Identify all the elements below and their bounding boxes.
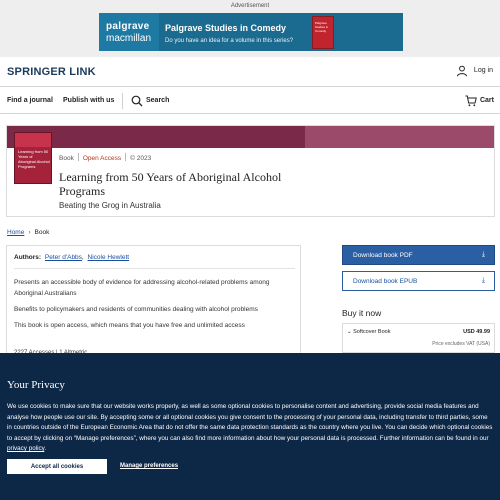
search-icon[interactable] [131, 95, 143, 107]
download-icon: ⤓ [481, 251, 485, 258]
privacy-policy-link[interactable]: privacy policy [7, 445, 44, 452]
book-hero: Learning from 50 Years of Aboriginal Alc… [6, 125, 495, 217]
vat-note: Price excludes VAT (USA) [432, 341, 490, 347]
download-pdf-button[interactable]: Download book PDF ⤓ [342, 245, 495, 265]
download-epub-label: Download book EPUB [353, 278, 418, 285]
privacy-body-end: . [44, 445, 47, 453]
meta-divider [125, 153, 127, 161]
softcover-label: Softcover Book [353, 329, 391, 335]
privacy-text: We use cookies to make sure that our web… [7, 402, 494, 455]
ad-title: Palgrave Studies in Comedy [165, 23, 287, 33]
nav-search[interactable]: Search [146, 97, 169, 104]
springer-link-logo[interactable]: SPRINGER LINK [7, 66, 96, 78]
book-info-card: Authors: Peter d'Abbs, Nicole Hewlett Pr… [6, 245, 301, 360]
softcover-row[interactable]: ⌄ Softcover Book [347, 329, 390, 335]
book-title: Learning from 50 Years of Aboriginal Alc… [59, 170, 282, 198]
highlight-item: Presents an accessible body of evidence … [14, 279, 270, 297]
nav-publish[interactable]: Publish with us [63, 97, 114, 104]
authors-label: Authors: [14, 254, 42, 261]
nav-find-journal[interactable]: Find a journal [7, 97, 53, 104]
ad-brand-line2: macmillan [106, 33, 152, 44]
chevron-right-icon: › [28, 229, 31, 236]
manage-preferences-button[interactable]: Manage preferences [120, 463, 178, 469]
book-cover: Learning from 50 Years of Aboriginal Alc… [14, 132, 52, 184]
cookie-banner: Your Privacy We use cookies to make sure… [0, 353, 500, 500]
download-pdf-label: Download book PDF [353, 252, 413, 259]
nav-divider [122, 93, 123, 109]
author-link[interactable]: Nicole Hewlett [88, 254, 130, 261]
hero-band-right [305, 126, 494, 148]
ad-brand-panel [99, 13, 159, 51]
book-subtitle: Beating the Grog in Australia [59, 201, 161, 210]
authors-line: Authors: Peter d'Abbs, Nicole Hewlett [14, 254, 130, 261]
book-meta: Book Open Access © 2023 [59, 153, 151, 162]
download-icon: ⤓ [481, 277, 485, 284]
chevron-down-icon: ⌄ [347, 329, 352, 335]
open-access-badge: Open Access [82, 155, 122, 162]
softcover-price: USD 49.99 [463, 329, 490, 335]
book-type: Book [59, 155, 74, 162]
ad-label: Advertisement [230, 3, 270, 9]
ad-brand-line1: palgrave [106, 21, 150, 32]
privacy-body: We use cookies to make sure that our web… [7, 403, 493, 442]
highlight-item: This book is open access, which means th… [14, 322, 245, 329]
book-year: © 2023 [130, 155, 152, 162]
cover-title: Learning from 50 Years of Aboriginal Alc… [18, 149, 50, 169]
buy-option-softcover[interactable]: ⌄ Softcover Book USD 49.99 Price exclude… [342, 323, 495, 353]
ad-subtitle: Do you have an idea for a volume in this… [165, 38, 294, 44]
ad-container: Advertisement palgrave macmillan Palgrav… [0, 0, 500, 57]
meta-divider [77, 153, 79, 161]
cart-icon[interactable] [465, 95, 477, 107]
nav-cart[interactable]: Cart [480, 97, 494, 104]
ad-book-image: Palgrave Studies in Comedy [312, 16, 334, 49]
cover-header [15, 133, 51, 147]
breadcrumb: Home › Book [7, 229, 49, 236]
buy-heading: Buy it now [342, 308, 382, 318]
accept-cookies-button[interactable]: Accept all cookies [7, 459, 107, 474]
divider [14, 268, 295, 269]
breadcrumb-current: Book [34, 229, 50, 236]
main-nav: Find a journal Publish with us Search Ca… [0, 88, 500, 114]
author-link[interactable]: Peter d'Abbs [45, 254, 82, 261]
breadcrumb-home[interactable]: Home [7, 229, 24, 236]
site-header: SPRINGER LINK Log in [0, 57, 500, 87]
user-icon[interactable] [456, 65, 468, 77]
highlight-item: Benefits to policymakers and residents o… [14, 306, 258, 313]
login-link[interactable]: Log in [474, 67, 493, 74]
ad-book-text: Palgrave Studies in Comedy [315, 21, 329, 33]
download-epub-button[interactable]: Download book EPUB ⤓ [342, 271, 495, 291]
ad-banner[interactable]: palgrave macmillan Palgrave Studies in C… [99, 13, 403, 51]
privacy-title: Your Privacy [7, 379, 65, 391]
